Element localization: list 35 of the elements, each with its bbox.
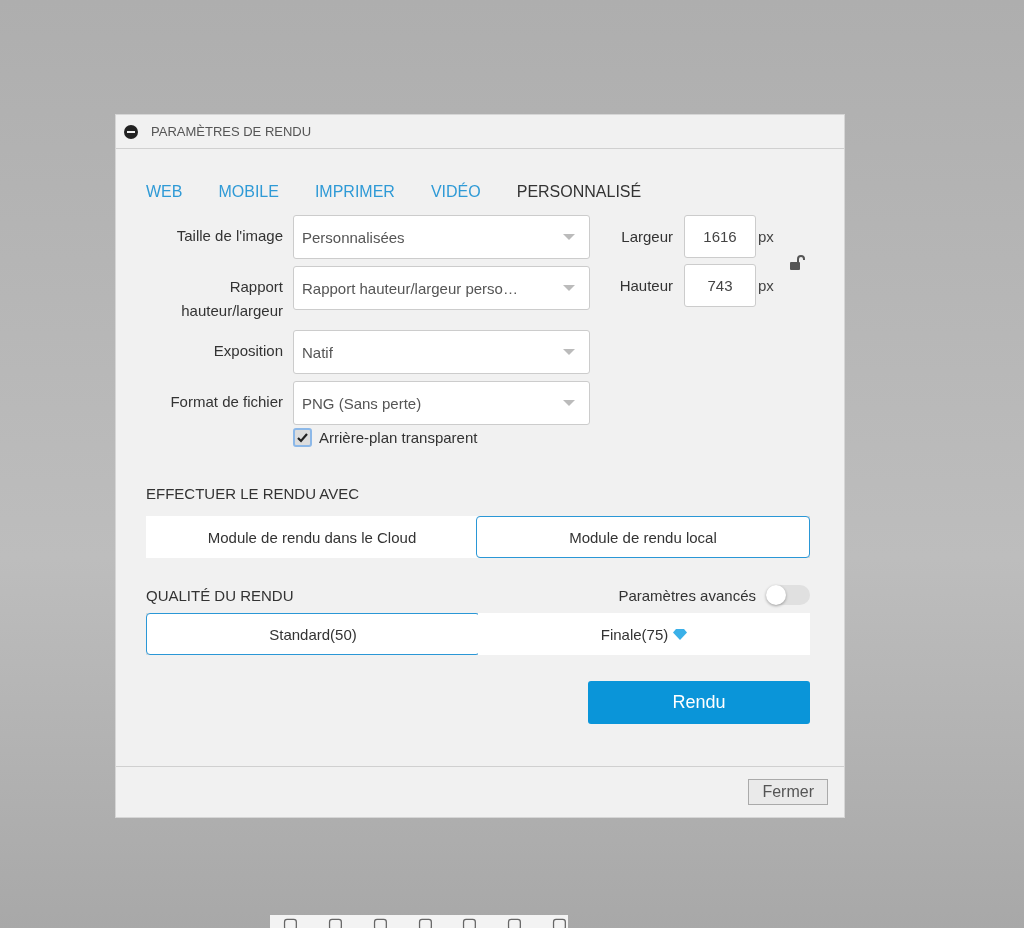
- dimension-label: Largeur: [620, 228, 673, 245]
- checkbox[interactable]: [293, 428, 312, 447]
- dimension-label: Hauteur: [618, 277, 673, 294]
- input-field[interactable]: 1616: [684, 215, 756, 258]
- caret-icon: [563, 349, 575, 355]
- padlock-icon[interactable]: [789, 255, 806, 270]
- toggle-switch[interactable]: [766, 585, 810, 605]
- input-field[interactable]: 743: [684, 264, 756, 307]
- field-label: Rapport hauteur/largeur: [180, 277, 283, 321]
- window-title: PARAMÈTRES DE RENDU: [151, 124, 312, 139]
- option-button[interactable]: Module de rendu local: [476, 516, 810, 558]
- field-label: Exposition: [212, 341, 283, 361]
- toggle-label: Paramètres avancés: [618, 586, 756, 604]
- checkmark-icon: [297, 432, 308, 443]
- dropdown[interactable]: Rapport hauteur/largeur perso…: [293, 266, 590, 310]
- section-title: EFFECTUER LE RENDU AVEC: [146, 485, 360, 502]
- unit-label: px: [758, 228, 774, 245]
- field-label: Taille de l'image: [175, 226, 283, 246]
- option-button[interactable]: Finale(75): [478, 613, 810, 655]
- tab[interactable]: PERSONNALISÉ: [516, 183, 642, 201]
- caret-icon: [563, 285, 575, 291]
- close-button[interactable]: Fermer: [748, 779, 828, 805]
- option-button[interactable]: Standard(50): [146, 613, 480, 655]
- collapse-icon[interactable]: [124, 124, 138, 139]
- dropdown[interactable]: PNG (Sans perte): [293, 381, 590, 425]
- diamond-icon: [673, 628, 688, 640]
- unit-label: px: [758, 277, 774, 294]
- checkbox-label: Arrière-plan transparent: [319, 429, 478, 446]
- caret-icon: [563, 400, 575, 406]
- dropdown[interactable]: Personnalisées: [293, 215, 590, 259]
- field-label: Format de fichier: [169, 392, 283, 412]
- dropdown[interactable]: Natif: [293, 330, 590, 374]
- section-title: QUALITÉ DU RENDU: [146, 586, 294, 604]
- option-button[interactable]: Module de rendu dans le Cloud: [146, 516, 478, 558]
- caret-icon: [563, 234, 575, 240]
